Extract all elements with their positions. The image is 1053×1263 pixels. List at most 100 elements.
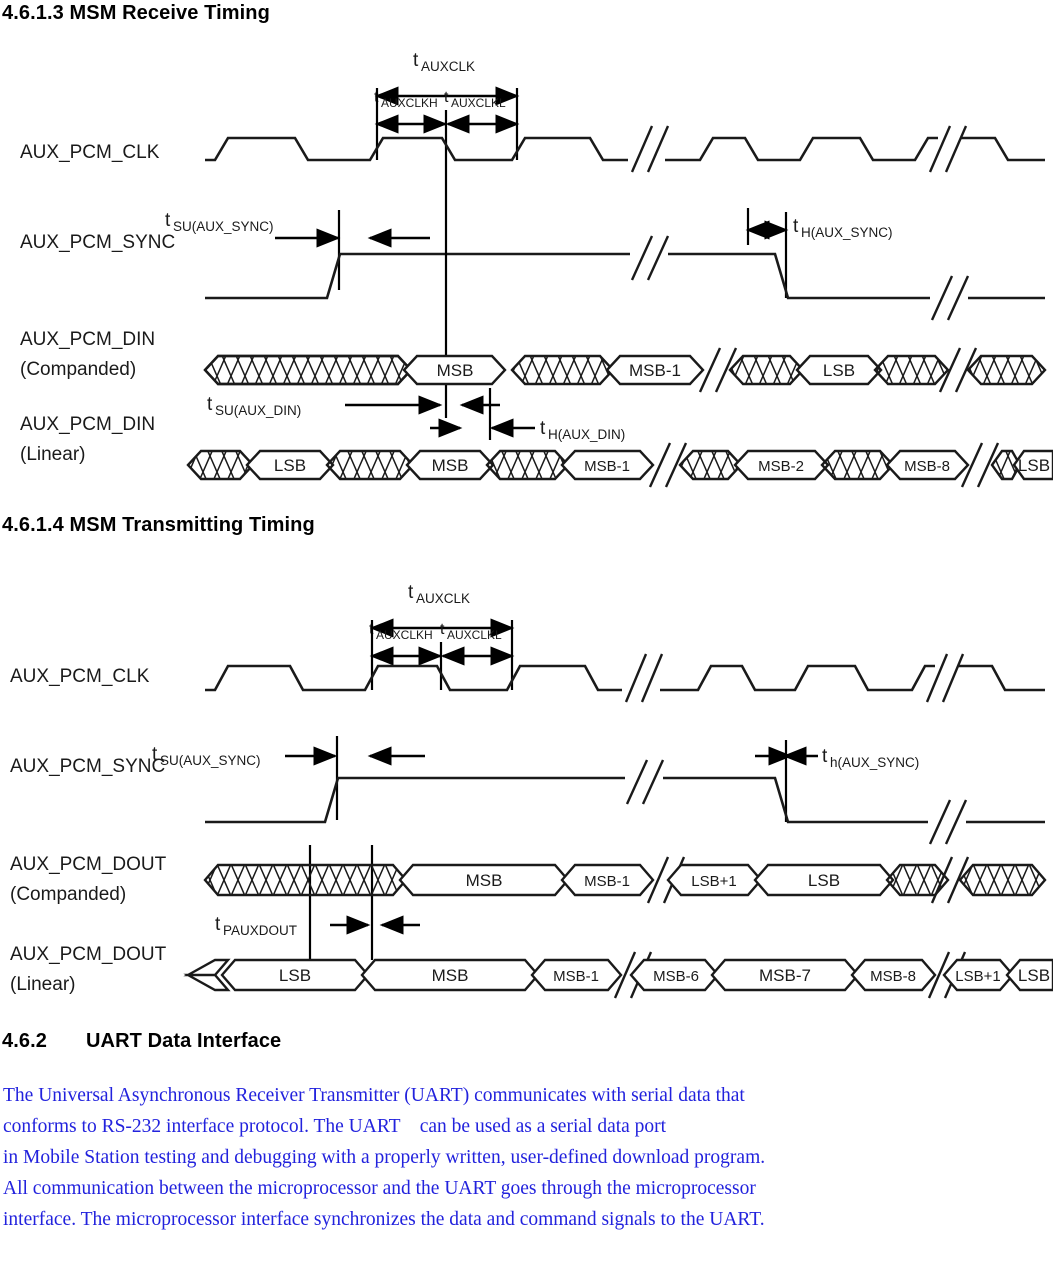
svg-text:SU(AUX_SYNC): SU(AUX_SYNC) bbox=[173, 219, 274, 234]
svg-text:H(AUX_DIN): H(AUX_DIN) bbox=[548, 427, 625, 442]
svg-text:AUXCLK: AUXCLK bbox=[416, 591, 470, 606]
timing-label-th-aux-din: t H(AUX_DIN) bbox=[540, 418, 625, 442]
waveform-break-sync-2 bbox=[928, 799, 968, 845]
bus-cell-label: MSB-1 bbox=[629, 361, 681, 380]
bus-cell-label: LSB bbox=[1018, 456, 1050, 475]
svg-text:t: t bbox=[165, 210, 171, 231]
timing-label-tsu-aux-din: t SU(AUX_DIN) bbox=[207, 394, 301, 418]
waveform-break-sync-1 bbox=[630, 235, 670, 281]
section-title-uart: UART Data Interface bbox=[86, 1030, 282, 1052]
svg-text:t: t bbox=[793, 216, 799, 237]
svg-text:AUXCLKH: AUXCLKH bbox=[381, 96, 438, 110]
bus-cell-label: LSB+1 bbox=[691, 873, 736, 890]
bus-cell-label: MSB bbox=[432, 966, 469, 985]
signal-label-din-linear: AUX_PCM_DIN bbox=[20, 414, 155, 435]
signal-label-clk: AUX_PCM_CLK bbox=[10, 666, 150, 687]
waveform-aux-pcm-clk bbox=[205, 136, 1045, 162]
timing-label-th-aux-sync: t h(AUX_SYNC) bbox=[822, 746, 919, 770]
document-page: 4.6.1.3 MSM Receive Timing AUX_PCM_CLK A… bbox=[0, 0, 1053, 1263]
section-heading-receive: 4.6.1.3 MSM Receive Timing bbox=[2, 2, 270, 24]
uart-body-text: The Universal Asynchronous Receiver Tran… bbox=[3, 1080, 1043, 1235]
bus-row-din-linear: LSB MSB MSB-1 MSB-2 MSB-8 LSB bbox=[186, 442, 1053, 488]
svg-text:PAUXDOUT: PAUXDOUT bbox=[223, 923, 297, 938]
uart-paragraph-line: All communication between the microproce… bbox=[3, 1178, 756, 1199]
signal-label-dout-linear-sub: (Linear) bbox=[10, 974, 75, 995]
figure-msm-transmitting-timing: AUX_PCM_CLK AUX_PCM_SYNC AUX_PCM_DOUT (C… bbox=[0, 560, 1053, 1010]
svg-text:t: t bbox=[207, 394, 213, 415]
timing-label-tauxclkh: t AUXCLKH bbox=[369, 621, 433, 642]
waveform-aux-pcm-clk bbox=[205, 664, 1045, 692]
bus-cell-label: LSB bbox=[279, 966, 311, 985]
signal-label-sync: AUX_PCM_SYNC bbox=[10, 756, 165, 777]
svg-text:t: t bbox=[408, 582, 414, 603]
bus-cell-label: MSB-1 bbox=[553, 968, 599, 985]
bus-cell-label: MSB-1 bbox=[584, 458, 630, 475]
waveform-break-clk-1 bbox=[624, 653, 664, 703]
bus-cell-label: LSB bbox=[808, 871, 840, 890]
svg-text:AUXCLKH: AUXCLKH bbox=[376, 628, 433, 642]
signal-label-sync: AUX_PCM_SYNC bbox=[20, 232, 175, 253]
bus-cell-label: LSB bbox=[274, 456, 306, 475]
bus-cell-label: LSB bbox=[1018, 966, 1050, 985]
bus-row-dout-linear: LSB MSB MSB-1 MSB-6 MSB-7 MSB-8 LSB+1 LS… bbox=[183, 951, 1053, 999]
waveform-break-sync-2 bbox=[930, 275, 970, 321]
timing-label-tauxclk: t AUXCLK bbox=[413, 50, 475, 74]
svg-text:t: t bbox=[540, 418, 546, 439]
bus-cell-label: MSB-6 bbox=[653, 968, 699, 985]
signal-label-din-companded: AUX_PCM_DIN bbox=[20, 329, 155, 350]
timing-label-tauxclkl: t AUXCLKL bbox=[444, 89, 506, 110]
svg-text:AUXCLK: AUXCLK bbox=[421, 59, 475, 74]
uart-paragraph-line: in Mobile Station testing and debugging … bbox=[3, 1147, 766, 1168]
signal-label-din-companded-sub: (Companded) bbox=[20, 359, 136, 380]
bus-cell-label: LSB bbox=[823, 361, 855, 380]
waveform-break-clk-1 bbox=[630, 125, 670, 173]
uart-paragraph-line: The Universal Asynchronous Receiver Tran… bbox=[3, 1085, 745, 1106]
bus-cell-label: MSB-1 bbox=[584, 873, 630, 890]
svg-text:SU(AUX_DIN): SU(AUX_DIN) bbox=[215, 403, 301, 418]
section-heading-transmit: 4.6.1.4 MSM Transmitting Timing bbox=[2, 514, 315, 536]
figure-msm-receive-timing: AUX_PCM_CLK AUX_PCM_SYNC AUX_PCM_DIN (Co… bbox=[0, 40, 1053, 500]
svg-text:H(AUX_SYNC): H(AUX_SYNC) bbox=[801, 225, 893, 240]
timing-label-tsu-aux-sync: t SU(AUX_SYNC) bbox=[165, 210, 274, 234]
svg-text:AUXCLKL: AUXCLKL bbox=[447, 628, 502, 642]
svg-text:h(AUX_SYNC): h(AUX_SYNC) bbox=[830, 755, 919, 770]
bus-cell-label: MSB-8 bbox=[904, 458, 950, 475]
svg-text:t: t bbox=[413, 50, 419, 71]
timing-label-tpauxdout: t PAUXDOUT bbox=[215, 914, 297, 938]
bus-cell-label: MSB bbox=[432, 456, 469, 475]
waveform-break-sync-1 bbox=[625, 759, 665, 805]
timing-label-tauxclkl: t AUXCLKL bbox=[440, 621, 502, 642]
svg-text:SU(AUX_SYNC): SU(AUX_SYNC) bbox=[160, 753, 261, 768]
bus-cell-label: MSB bbox=[437, 361, 474, 380]
svg-text:t: t bbox=[444, 89, 449, 106]
timing-label-th-aux-sync: t H(AUX_SYNC) bbox=[793, 216, 893, 240]
svg-text:t: t bbox=[822, 746, 828, 767]
bus-row-dout-companded: MSB MSB-1 LSB+1 LSB bbox=[203, 856, 1047, 904]
bus-cell-label: MSB bbox=[466, 871, 503, 890]
svg-text:t: t bbox=[215, 914, 221, 935]
timing-label-tauxclk: t AUXCLK bbox=[408, 582, 470, 606]
signal-label-clk: AUX_PCM_CLK bbox=[20, 142, 160, 163]
svg-text:t: t bbox=[152, 744, 158, 765]
waveform-aux-pcm-sync bbox=[205, 252, 1045, 300]
signal-label-dout-companded-sub: (Companded) bbox=[10, 884, 126, 905]
timing-label-tauxclkh: t AUXCLKH bbox=[374, 89, 438, 110]
bus-row-din-companded: MSB MSB-1 LSB bbox=[203, 347, 1047, 393]
uart-paragraph-line: interface. The microprocessor interface … bbox=[3, 1209, 765, 1230]
bus-cell-label: MSB-2 bbox=[758, 458, 804, 475]
signal-label-din-linear-sub: (Linear) bbox=[20, 444, 85, 465]
svg-text:t: t bbox=[440, 621, 445, 638]
bus-cell-label: MSB-8 bbox=[870, 968, 916, 985]
waveform-aux-pcm-sync bbox=[205, 776, 1045, 824]
waveform-break-clk-2 bbox=[928, 125, 968, 173]
uart-paragraph-line: conforms to RS-232 interface protocol. T… bbox=[3, 1116, 667, 1137]
waveform-break-clk-2 bbox=[925, 653, 965, 703]
bus-cell-label: LSB+1 bbox=[955, 968, 1000, 985]
section-number-uart: 4.6.2 bbox=[2, 1030, 47, 1052]
signal-label-dout-linear: AUX_PCM_DOUT bbox=[10, 944, 167, 965]
timing-label-tsu-aux-sync: t SU(AUX_SYNC) bbox=[152, 744, 261, 768]
section-heading-uart: 4.6.2 UART Data Interface bbox=[2, 1030, 281, 1053]
svg-text:AUXCLKL: AUXCLKL bbox=[451, 96, 506, 110]
signal-label-dout-companded: AUX_PCM_DOUT bbox=[10, 854, 167, 875]
bus-cell-label: MSB-7 bbox=[759, 966, 811, 985]
